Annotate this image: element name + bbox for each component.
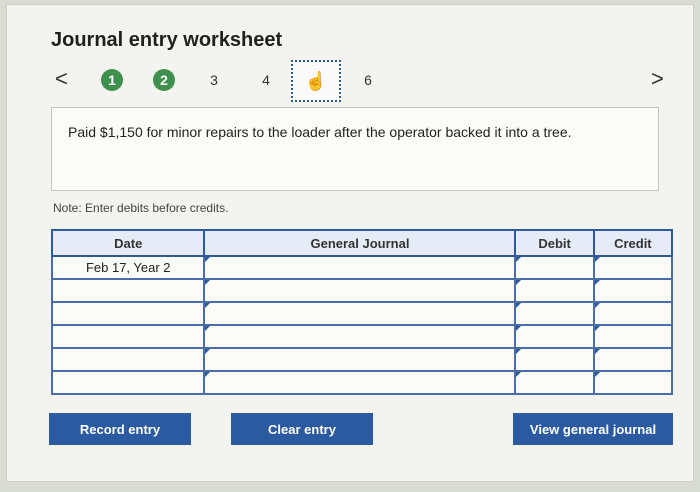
- dropdown-marker-icon: [516, 326, 522, 331]
- date-cell[interactable]: [50, 324, 206, 349]
- dropdown-marker-icon: [516, 257, 522, 262]
- dropdown-marker-icon: [516, 349, 522, 354]
- table-row: [50, 347, 674, 372]
- journal-entry-table: Date General Journal Debit Credit Feb 17…: [50, 229, 674, 395]
- credit-input[interactable]: [592, 370, 674, 395]
- dropdown-marker-icon: [205, 349, 211, 354]
- step-6-button[interactable]: 6: [357, 69, 379, 91]
- date-cell[interactable]: [50, 347, 206, 372]
- account-select[interactable]: [203, 278, 517, 303]
- dropdown-marker-icon: [205, 372, 211, 377]
- transaction-description: Paid $1,150 for minor repairs to the loa…: [51, 107, 659, 191]
- step-4-button[interactable]: 4: [255, 69, 277, 91]
- step-5-current[interactable]: ☝: [291, 60, 341, 102]
- instruction-note: Note: Enter debits before credits.: [53, 201, 229, 215]
- dropdown-marker-icon: [594, 257, 600, 262]
- dropdown-marker-icon: [205, 280, 211, 285]
- step-3-button[interactable]: 3: [203, 69, 225, 91]
- table-row: Feb 17, Year 2: [50, 255, 674, 280]
- pointer-hand-icon: ☝: [304, 71, 328, 91]
- record-entry-button[interactable]: Record entry: [49, 413, 191, 445]
- date-cell[interactable]: [50, 278, 206, 303]
- account-select[interactable]: [203, 301, 517, 326]
- dropdown-marker-icon: [594, 372, 600, 377]
- debit-input[interactable]: [514, 301, 595, 326]
- table-row: [50, 370, 674, 395]
- chevron-right-icon[interactable]: >: [651, 68, 664, 90]
- dropdown-marker-icon: [205, 257, 211, 262]
- column-header-date: Date: [50, 229, 206, 257]
- dropdown-marker-icon: [205, 303, 211, 308]
- date-cell[interactable]: [50, 301, 206, 326]
- debit-input[interactable]: [514, 324, 595, 349]
- view-general-journal-button[interactable]: View general journal: [513, 413, 673, 445]
- step-1-button[interactable]: 1: [101, 69, 123, 91]
- dropdown-marker-icon: [516, 280, 522, 285]
- debit-input[interactable]: [514, 255, 595, 280]
- credit-input[interactable]: [592, 301, 674, 326]
- dropdown-marker-icon: [205, 326, 211, 331]
- debit-input[interactable]: [514, 278, 595, 303]
- debit-input[interactable]: [514, 370, 595, 395]
- date-cell[interactable]: [50, 370, 206, 395]
- account-select[interactable]: [203, 324, 517, 349]
- column-header-credit: Credit: [592, 229, 674, 257]
- dropdown-marker-icon: [594, 303, 600, 308]
- chevron-left-icon[interactable]: <: [55, 68, 68, 90]
- table-row: [50, 301, 674, 326]
- journal-worksheet-panel: Journal entry worksheet < 1 2 3 4 ☝ 6 > …: [6, 4, 694, 482]
- dropdown-marker-icon: [594, 349, 600, 354]
- dropdown-marker-icon: [594, 326, 600, 331]
- column-header-debit: Debit: [514, 229, 595, 257]
- dropdown-marker-icon: [594, 280, 600, 285]
- page-title: Journal entry worksheet: [51, 29, 283, 51]
- account-select[interactable]: [203, 370, 517, 395]
- debit-input[interactable]: [514, 347, 595, 372]
- column-header-general-journal: General Journal: [203, 229, 517, 257]
- table-row: [50, 278, 674, 303]
- step-2-button[interactable]: 2: [153, 69, 175, 91]
- date-cell[interactable]: Feb 17, Year 2: [50, 255, 206, 280]
- dropdown-marker-icon: [516, 303, 522, 308]
- credit-input[interactable]: [592, 324, 674, 349]
- account-select[interactable]: [203, 347, 517, 372]
- credit-input[interactable]: [592, 347, 674, 372]
- account-select[interactable]: [203, 255, 517, 280]
- table-header-row: Date General Journal Debit Credit: [50, 229, 674, 257]
- table-row: [50, 324, 674, 349]
- dropdown-marker-icon: [516, 372, 522, 377]
- clear-entry-button[interactable]: Clear entry: [231, 413, 373, 445]
- credit-input[interactable]: [592, 278, 674, 303]
- credit-input[interactable]: [592, 255, 674, 280]
